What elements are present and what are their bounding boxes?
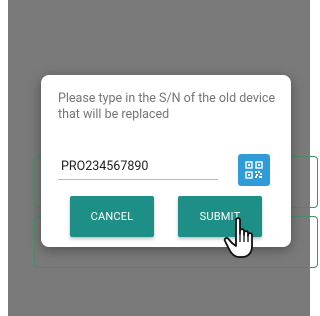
qr-scan-button[interactable] [238,154,270,186]
serial-number-input[interactable] [58,154,218,180]
cancel-button[interactable]: CANCEL [70,196,154,237]
submit-button[interactable]: SUBMIT [178,196,262,237]
qr-code-icon [245,161,263,179]
serial-number-dialog: Please type in the S/N of the old device… [41,75,291,247]
dialog-message: Please type in the S/N of the old device… [58,91,276,122]
